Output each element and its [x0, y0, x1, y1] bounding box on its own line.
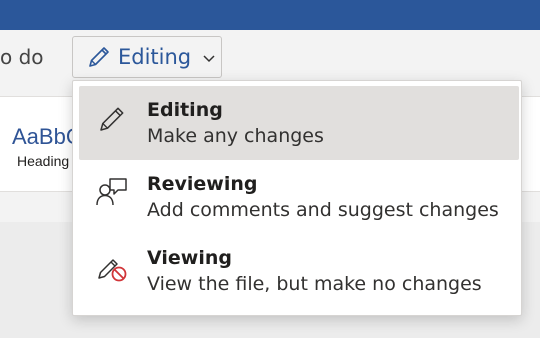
- menu-item-title: Editing: [147, 99, 223, 121]
- pencil-icon: [89, 47, 109, 67]
- mode-dropdown-menu: Editing Make any changes Reviewing Add c…: [72, 80, 522, 316]
- chevron-down-icon: [203, 55, 215, 63]
- menu-item-description: Make any changes: [147, 125, 324, 147]
- menu-item-description: Add comments and suggest changes: [147, 199, 499, 221]
- ribbon-partial-label: o do: [0, 45, 44, 69]
- menu-item-description: View the file, but make no changes: [147, 273, 482, 295]
- no-edit-pencil-icon: [98, 259, 127, 282]
- menu-item-title: Reviewing: [147, 173, 258, 195]
- mode-button-label: Editing: [118, 45, 192, 69]
- menu-item-viewing[interactable]: Viewing View the file, but make no chang…: [79, 234, 519, 308]
- title-bar: [0, 0, 540, 30]
- menu-item-editing[interactable]: Editing Make any changes: [79, 86, 519, 160]
- style-name-label: Heading: [17, 153, 70, 169]
- pencil-icon: [100, 107, 124, 131]
- menu-item-title: Viewing: [147, 247, 232, 269]
- menu-item-reviewing[interactable]: Reviewing Add comments and suggest chang…: [79, 160, 519, 234]
- editing-mode-button[interactable]: Editing: [72, 36, 222, 78]
- reviewer-comment-icon: [96, 178, 127, 206]
